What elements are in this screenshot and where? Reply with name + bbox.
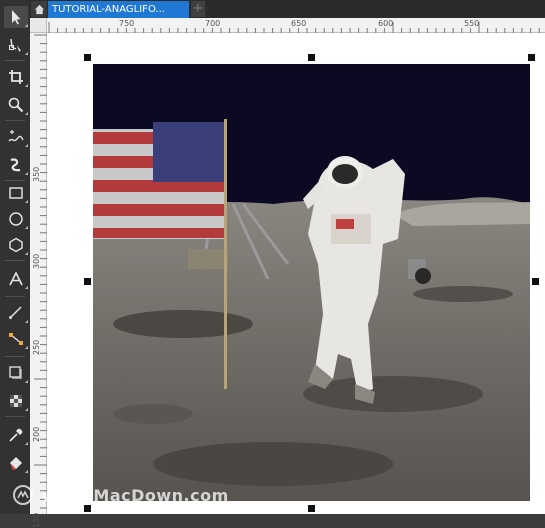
zoom-tool-icon bbox=[8, 97, 24, 113]
selection-handle-top-left[interactable] bbox=[84, 54, 91, 61]
horizontal-ruler[interactable]: 750 700 650 600 550 bbox=[47, 18, 545, 33]
toolbox-separator bbox=[5, 60, 25, 61]
ellipse-tool[interactable] bbox=[4, 208, 28, 230]
ruler-label: 600 bbox=[378, 19, 394, 28]
interactive-fill-tool-icon bbox=[10, 457, 22, 470]
selection-handle-left[interactable] bbox=[84, 278, 91, 285]
interactive-fill-tool[interactable] bbox=[4, 452, 28, 474]
ellipse-tool-icon bbox=[9, 212, 23, 226]
freehand-tool[interactable] bbox=[4, 126, 28, 148]
toolbox-separator bbox=[5, 296, 25, 297]
artistic-media-tool[interactable] bbox=[4, 154, 28, 176]
toolbox-separator bbox=[5, 120, 25, 121]
text-tool-icon bbox=[9, 271, 23, 286]
transparency-tool-icon bbox=[10, 395, 22, 407]
watermark-logo-icon bbox=[13, 485, 33, 505]
selection-handle-top-right[interactable] bbox=[528, 54, 535, 61]
ruler-label: 300 bbox=[32, 253, 41, 269]
drop-shadow-tool-icon bbox=[9, 366, 22, 379]
rectangle-tool[interactable] bbox=[4, 182, 28, 204]
rectangle-tool-icon bbox=[9, 187, 23, 199]
ruler-label: 750 bbox=[119, 19, 135, 28]
shape-tool-icon bbox=[9, 38, 21, 52]
transparency-tool[interactable] bbox=[4, 390, 28, 412]
selection-handle-top[interactable] bbox=[308, 54, 315, 61]
text-tool[interactable] bbox=[4, 268, 28, 290]
zoom-tool[interactable] bbox=[4, 94, 28, 116]
document-tab[interactable]: TUTORIAL-ANAGLIFO... bbox=[48, 1, 189, 18]
parallel-dimension-tool[interactable] bbox=[4, 302, 28, 324]
home-tab[interactable] bbox=[31, 1, 47, 17]
parallel-dimension-tool-icon bbox=[9, 306, 22, 319]
astronaut-photo[interactable] bbox=[93, 64, 530, 501]
ruler-label: 700 bbox=[205, 19, 221, 28]
ruler-label: 550 bbox=[464, 19, 480, 28]
drawing-canvas[interactable] bbox=[47, 33, 545, 514]
ruler-label: 650 bbox=[291, 19, 307, 28]
polygon-tool[interactable] bbox=[4, 234, 28, 256]
vertical-ruler[interactable]: 350 300 250 200 150 bbox=[30, 33, 47, 528]
artistic-media-tool-icon bbox=[10, 158, 21, 172]
toolbox-separator bbox=[5, 416, 25, 417]
polygon-tool-icon bbox=[9, 237, 23, 253]
connector-tool-icon bbox=[9, 333, 23, 345]
crop-tool[interactable] bbox=[4, 66, 28, 88]
eyedropper-tool-icon bbox=[9, 428, 23, 442]
ruler-label: 150 bbox=[32, 512, 41, 528]
pick-tool-icon bbox=[12, 10, 21, 25]
toolbox-separator bbox=[5, 356, 25, 357]
shape-tool[interactable] bbox=[4, 34, 28, 56]
selection-handle-right[interactable] bbox=[532, 278, 539, 285]
crop-tool-icon bbox=[9, 70, 23, 84]
eyedropper-tool[interactable] bbox=[4, 424, 28, 446]
ruler-label: 200 bbox=[32, 426, 41, 442]
toolbox-separator bbox=[5, 260, 25, 261]
freehand-tool-icon bbox=[8, 130, 24, 142]
selection-handle-bottom-left[interactable] bbox=[84, 505, 91, 512]
add-tab-button[interactable]: + bbox=[191, 1, 205, 17]
ruler-origin[interactable] bbox=[30, 18, 47, 33]
watermark-text: www.MacDown.com bbox=[42, 486, 229, 505]
connector-tool[interactable] bbox=[4, 328, 28, 350]
pick-tool[interactable] bbox=[4, 6, 28, 28]
selection-handle-bottom[interactable] bbox=[308, 505, 315, 512]
drop-shadow-tool[interactable] bbox=[4, 362, 28, 384]
toolbox-separator bbox=[5, 180, 25, 181]
home-icon bbox=[34, 4, 44, 14]
ruler-label: 350 bbox=[32, 166, 41, 182]
ruler-label: 250 bbox=[32, 339, 41, 355]
